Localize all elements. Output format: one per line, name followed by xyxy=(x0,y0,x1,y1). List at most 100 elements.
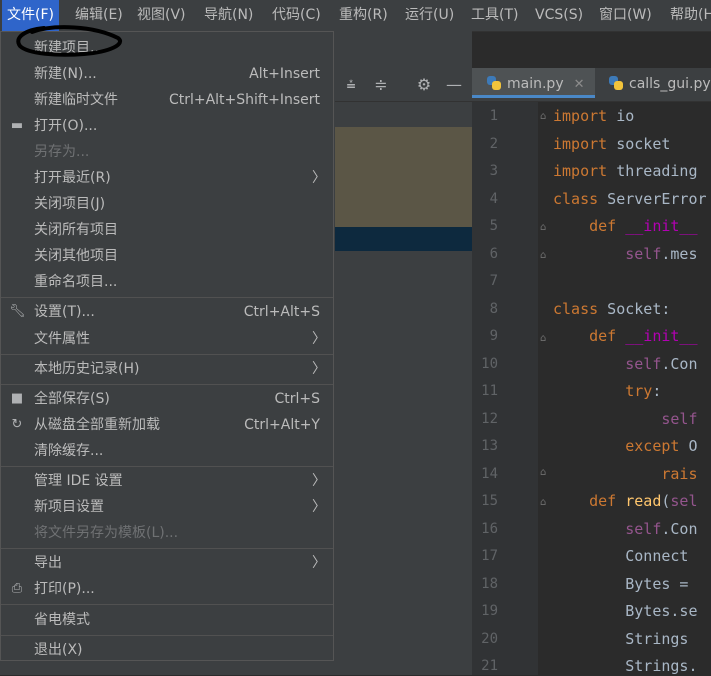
close-icon[interactable]: ✕ xyxy=(574,77,585,92)
chevron-right-icon: 〉 xyxy=(312,331,326,347)
line-number: 10 xyxy=(481,356,498,372)
fold-icon[interactable]: ⌂ xyxy=(540,111,549,122)
minimize-icon[interactable]: — xyxy=(443,74,465,96)
code-line: def __init__ xyxy=(589,327,698,345)
menu-item-exit[interactable]: 退出(X) xyxy=(1,637,333,663)
tab-label: main.py xyxy=(507,76,564,92)
menu-separator xyxy=(1,604,333,605)
panel-selected-row xyxy=(335,227,472,251)
fold-icon[interactable]: ⌂ xyxy=(540,250,549,261)
panel-highlight-region xyxy=(335,127,472,227)
menu-item-open-recent[interactable]: 打开最近(R) 〉 xyxy=(1,165,333,191)
tab-main-py[interactable]: main.py ✕ xyxy=(472,68,595,98)
line-number: 8 xyxy=(489,301,498,317)
menu-separator xyxy=(1,548,333,549)
menu-navigate[interactable]: 导航(N) xyxy=(199,0,258,31)
line-number: 4 xyxy=(489,191,498,207)
editor-tabs: main.py ✕ calls_gui.py xyxy=(472,68,711,102)
menu-item-print[interactable]: ⎙ 打印(P)... xyxy=(1,576,333,602)
code-line: import io xyxy=(553,107,635,125)
menu-item-invalidate-caches[interactable]: 清除缓存... xyxy=(1,438,333,464)
menu-item-new[interactable]: 新建(N)... Alt+Insert xyxy=(1,61,333,87)
chevron-right-icon: 〉 xyxy=(312,473,326,489)
menu-separator xyxy=(1,297,333,298)
expand-all-icon[interactable]: ⩮ xyxy=(340,74,362,96)
line-number: 7 xyxy=(489,273,498,289)
chevron-right-icon: 〉 xyxy=(312,361,326,377)
save-icon: ■ xyxy=(10,391,24,406)
line-number: 14 xyxy=(481,466,498,482)
code-line: class Socket: xyxy=(553,300,671,318)
fold-icon[interactable]: ⌂ xyxy=(540,333,549,344)
line-number: 12 xyxy=(481,411,498,427)
reload-icon: ↻ xyxy=(11,417,23,432)
menu-item-settings[interactable]: 🔧︎ 设置(T)... Ctrl+Alt+S xyxy=(1,299,333,325)
line-number: 13 xyxy=(481,438,498,454)
menu-item-close-all-projects[interactable]: 关闭所有项目 xyxy=(1,217,333,243)
menu-help[interactable]: 帮助(H) xyxy=(665,0,711,31)
line-number: 20 xyxy=(481,631,498,647)
python-file-icon xyxy=(487,76,501,90)
fold-icon[interactable]: ⌂ xyxy=(540,497,549,508)
line-number: 3 xyxy=(489,163,498,179)
menu-item-reload-from-disk[interactable]: ↻ 从磁盘全部重新加载 Ctrl+Alt+Y xyxy=(1,412,333,438)
code-line: try: xyxy=(625,382,662,400)
code-line: Strings. xyxy=(553,657,698,675)
menu-item-save-as: 另存为... xyxy=(34,144,90,160)
menu-vcs[interactable]: VCS(S) xyxy=(530,0,588,31)
line-number: 11 xyxy=(481,383,498,399)
chevron-right-icon: 〉 xyxy=(312,555,326,571)
code-line: Connect xyxy=(553,547,698,565)
code-line: import threading xyxy=(553,162,698,180)
panel-toolbar: ⩮ ≑ ⚙ — xyxy=(335,68,472,102)
line-number: 15 xyxy=(481,493,498,509)
menu-window[interactable]: 窗口(W) xyxy=(594,0,657,31)
code-line: import socket xyxy=(553,135,671,153)
line-number: 5 xyxy=(489,218,498,234)
wrench-icon: 🔧︎ xyxy=(9,304,26,319)
code-line: Bytes = xyxy=(553,575,698,593)
line-number: 2 xyxy=(489,136,498,152)
code-line: Bytes.se xyxy=(553,602,698,620)
file-menu-dropdown: 新建项目... 新建(N)... Alt+Insert 新建临时文件 Ctrl+Al… xyxy=(0,31,334,661)
menu-item-power-save-mode[interactable]: 省电模式 xyxy=(1,607,333,633)
menu-item-new-scratch[interactable]: 新建临时文件 Ctrl+Alt+Shift+Insert xyxy=(1,87,333,113)
code-line: rais xyxy=(661,465,698,483)
menu-item-save-all[interactable]: ■ 全部保存(S) Ctrl+S xyxy=(1,386,333,412)
gear-icon[interactable]: ⚙ xyxy=(413,74,435,96)
collapse-all-icon[interactable]: ≑ xyxy=(370,74,392,96)
menu-tools[interactable]: 工具(T) xyxy=(466,0,523,31)
menu-view[interactable]: 视图(V) xyxy=(132,0,191,31)
menu-code[interactable]: 代码(C) xyxy=(267,0,326,31)
line-number: 9 xyxy=(489,328,498,344)
code-line: self xyxy=(661,410,698,428)
menu-item-save-as-template: 将文件另存为模板(L)... xyxy=(34,525,179,541)
tab-calls-gui-py[interactable]: calls_gui.py xyxy=(595,68,711,101)
line-number: 18 xyxy=(481,576,498,592)
code-line: except O xyxy=(625,437,698,455)
line-number: 1 xyxy=(489,108,498,124)
code-line: Strings xyxy=(553,630,698,648)
menu-item-close-project[interactable]: 关闭项目(J) xyxy=(1,191,333,217)
menu-separator xyxy=(1,384,333,385)
code-line: self.mes xyxy=(625,245,698,263)
code-line: self.Con xyxy=(625,520,698,538)
code-line: class ServerError xyxy=(553,190,707,208)
menu-run[interactable]: 运行(U) xyxy=(400,0,459,31)
menu-item-rename-project[interactable]: 重命名项目... xyxy=(1,269,333,295)
menu-item-file-properties[interactable]: 文件属性〉 xyxy=(1,326,333,352)
annotation-circle xyxy=(16,25,122,57)
line-number: 17 xyxy=(481,548,498,564)
fold-icon[interactable]: ⌂ xyxy=(540,467,549,478)
menu-item-manage-ide-settings[interactable]: 管理 IDE 设置〉 xyxy=(1,468,333,494)
fold-icon[interactable]: ⌂ xyxy=(540,222,549,233)
menu-refactor[interactable]: 重构(R) xyxy=(334,0,393,31)
chevron-right-icon: 〉 xyxy=(312,499,326,515)
menu-item-export[interactable]: 导出〉 xyxy=(1,550,333,576)
menu-item-close-other-projects[interactable]: 关闭其他项目 xyxy=(1,243,333,269)
menu-item-new-project-settings[interactable]: 新项目设置〉 xyxy=(1,494,333,520)
code-line: def read(sel xyxy=(589,492,698,510)
menu-item-open[interactable]: ▬ 打开(O)... xyxy=(1,113,333,139)
menu-item-local-history[interactable]: 本地历史记录(H) 〉 xyxy=(1,356,333,382)
line-number: 16 xyxy=(481,521,498,537)
